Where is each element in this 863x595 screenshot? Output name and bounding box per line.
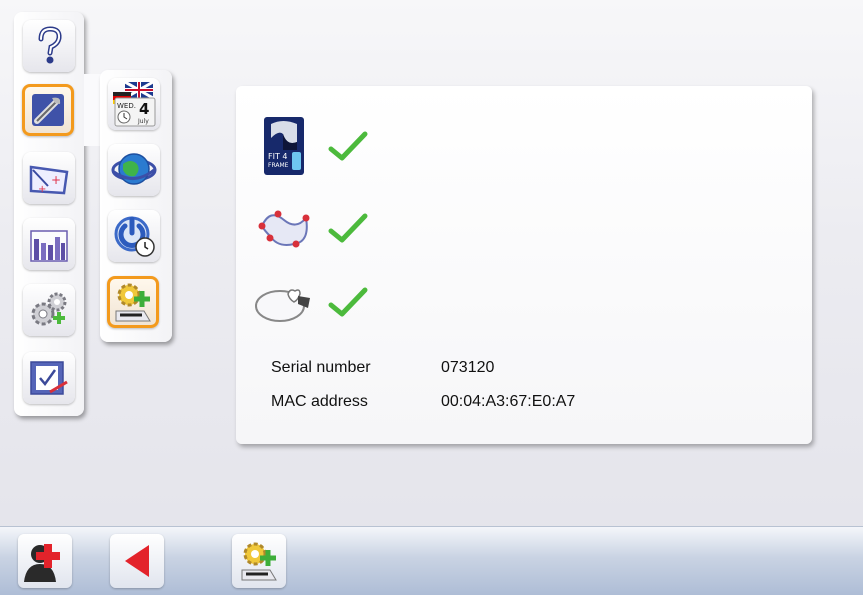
calendar-day-number: 4 — [139, 100, 149, 118]
checklist-button[interactable] — [23, 352, 75, 404]
calendar-day-label: WED. — [117, 102, 136, 110]
gear-plus-icon — [115, 283, 151, 322]
network-button[interactable] — [108, 144, 160, 196]
bottom-toolbar — [0, 526, 863, 595]
serial-number-row: Serial number 073120 — [271, 359, 494, 377]
calendar-month: July — [137, 118, 149, 125]
question-icon — [38, 26, 62, 64]
mac-address-value: 00:04:A3:67:E0:A7 — [441, 393, 576, 410]
shape-edit-button[interactable]: + + — [23, 152, 75, 204]
feature-row: FIT 4 FRAME — [254, 114, 368, 178]
feature-row — [254, 270, 368, 334]
statistics-button[interactable] — [23, 218, 75, 270]
svg-text:+: + — [38, 184, 46, 195]
help-button[interactable] — [23, 20, 75, 72]
date-language-button[interactable]: WED. 4 July — [108, 78, 160, 130]
fit4frame-logo-subtext: FRAME — [268, 162, 289, 169]
svg-text:+: + — [51, 173, 61, 187]
shape-edit-icon: + + — [29, 165, 69, 195]
calendar-flag-icon: WED. 4 July — [113, 80, 156, 127]
feature-row — [254, 196, 368, 260]
serial-number-label: Serial number — [271, 359, 371, 376]
gear-plus-icon — [241, 542, 277, 581]
main-menu: + + — [14, 12, 84, 416]
back-button[interactable] — [110, 534, 164, 588]
user-red-cross-icon — [24, 544, 60, 582]
checkmark-icon — [328, 213, 368, 243]
serial-number-value: 073120 — [441, 359, 495, 376]
checkmark-icon — [328, 287, 368, 317]
power-clock-icon — [114, 216, 155, 257]
fit4frame-logo-text: FIT 4 — [268, 152, 287, 161]
globe-icon — [111, 153, 157, 185]
standby-button[interactable] — [108, 210, 160, 262]
lens-tag-icon — [254, 270, 314, 334]
tools-button[interactable] — [22, 84, 74, 136]
options-button[interactable] — [107, 276, 159, 328]
red-arrow-left-icon — [125, 545, 149, 577]
checklist-icon — [30, 361, 68, 395]
options-info-panel: FIT 4 FRAME Serial number 073120 MAC add… — [236, 86, 812, 444]
wrench-icon — [32, 94, 64, 126]
support-button[interactable] — [18, 534, 72, 588]
gears-icon — [31, 292, 67, 326]
options-bottom-button[interactable] — [232, 534, 286, 588]
mac-address-row: MAC address 00:04:A3:67:E0:A7 — [271, 393, 575, 411]
settings-button[interactable] — [23, 284, 75, 336]
fit4frame-icon: FIT 4 FRAME — [254, 114, 314, 178]
sub-menu: WED. 4 July — [100, 70, 172, 342]
mac-address-label: MAC address — [271, 393, 368, 410]
checkmark-icon — [328, 131, 368, 161]
bar-chart-icon — [30, 230, 68, 262]
shape-curve-icon — [254, 196, 314, 260]
